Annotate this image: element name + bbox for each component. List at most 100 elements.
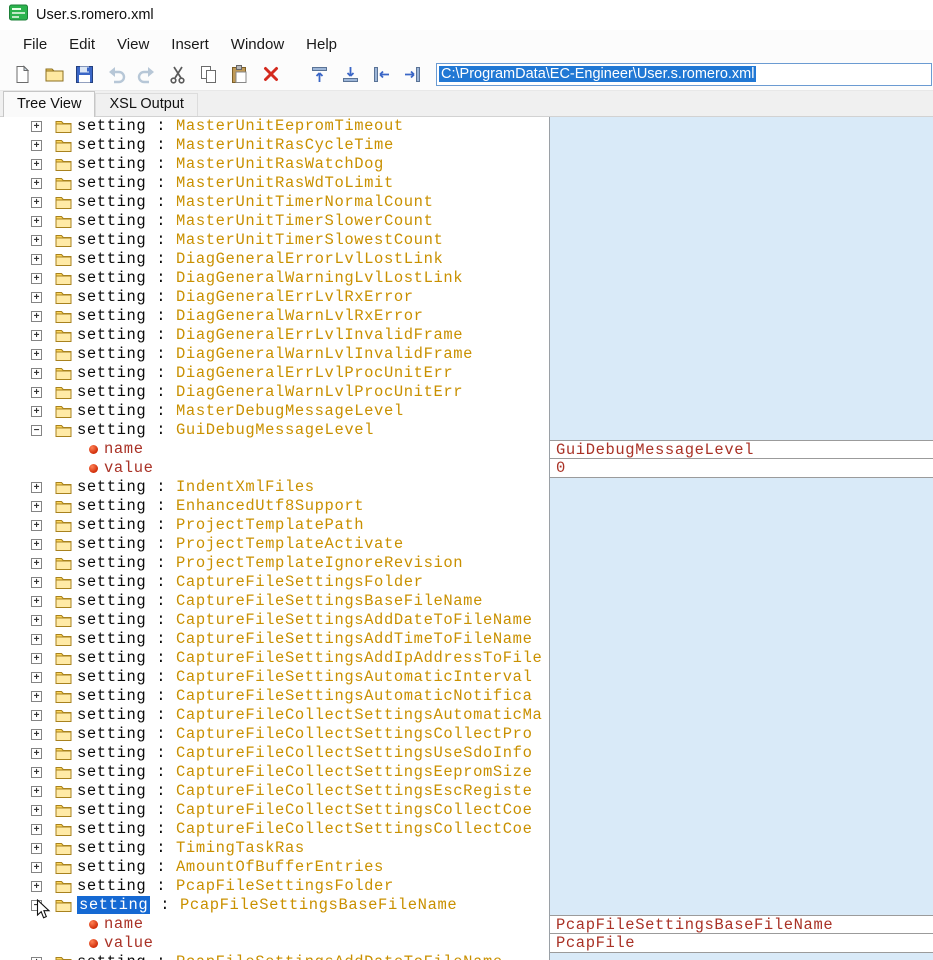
element-name[interactable]: setting [77, 174, 146, 192]
expand-toggle-icon[interactable]: + [31, 615, 42, 626]
tree-setting-row[interactable]: +setting : DiagGeneralWarningLvlLostLink [0, 269, 549, 288]
redo-button[interactable] [136, 64, 157, 85]
arrow-up-to-line-button[interactable] [309, 64, 330, 85]
tree-setting-row[interactable]: +setting : CaptureFileSettingsAutomaticN… [0, 687, 549, 706]
expand-toggle-icon[interactable]: + [31, 349, 42, 360]
expand-toggle-icon[interactable]: + [31, 691, 42, 702]
expand-toggle-icon[interactable]: + [31, 368, 42, 379]
tree-setting-row[interactable]: +setting : PcapFileSettingsFolder [0, 877, 549, 896]
tree-attribute-row[interactable]: name [0, 915, 549, 934]
collapse-toggle-icon[interactable]: − [31, 900, 42, 911]
element-name[interactable]: setting [77, 535, 146, 553]
expand-toggle-icon[interactable]: + [31, 235, 42, 246]
menu-item-help[interactable]: Help [295, 33, 348, 56]
tree-setting-row[interactable]: +setting : MasterUnitTimerSlowestCount [0, 231, 549, 250]
expand-toggle-icon[interactable]: + [31, 805, 42, 816]
expand-toggle-icon[interactable]: + [31, 672, 42, 683]
element-name[interactable]: setting [77, 516, 146, 534]
tree-setting-row[interactable]: −setting : GuiDebugMessageLevel [0, 421, 549, 440]
tree-attribute-row[interactable]: value [0, 934, 549, 953]
expand-toggle-icon[interactable]: + [31, 140, 42, 151]
element-name[interactable]: setting [77, 497, 146, 515]
expand-toggle-icon[interactable]: + [31, 178, 42, 189]
tree-setting-row[interactable]: +setting : MasterUnitRasWdToLimit [0, 174, 549, 193]
copy-button[interactable] [198, 64, 219, 85]
expand-toggle-icon[interactable]: + [31, 710, 42, 721]
save-button[interactable] [74, 64, 95, 85]
value-row[interactable]: 0 [550, 459, 933, 478]
element-name[interactable]: setting [77, 763, 146, 781]
tree-setting-row[interactable]: +setting : CaptureFileCollectSettingsEsc… [0, 782, 549, 801]
value-rows[interactable]: GuiDebugMessageLevel0 PcapFileSettingsBas… [550, 117, 933, 960]
element-name[interactable]: setting [77, 953, 146, 960]
expand-toggle-icon[interactable]: + [31, 501, 42, 512]
element-name[interactable]: setting [77, 326, 146, 344]
tab-xsl-output[interactable]: XSL Output [95, 93, 197, 116]
expand-toggle-icon[interactable]: + [31, 634, 42, 645]
arrow-right-to-line-button[interactable] [402, 64, 423, 85]
tree-setting-row[interactable]: +setting : DiagGeneralErrLvlInvalidFrame [0, 326, 549, 345]
expand-toggle-icon[interactable]: + [31, 197, 42, 208]
tree-setting-row[interactable]: +setting : DiagGeneralWarnLvlRxError [0, 307, 549, 326]
element-name[interactable]: setting [77, 839, 146, 857]
menu-item-file[interactable]: File [12, 33, 58, 56]
expand-toggle-icon[interactable]: + [31, 558, 42, 569]
element-name[interactable]: setting [77, 782, 146, 800]
tree-setting-row[interactable]: +setting : ProjectTemplatePath [0, 516, 549, 535]
element-name[interactable]: setting [77, 117, 146, 135]
expand-toggle-icon[interactable]: + [31, 539, 42, 550]
tree-setting-row[interactable]: +setting : CaptureFileSettingsAddTimeToF… [0, 630, 549, 649]
expand-toggle-icon[interactable]: + [31, 216, 42, 227]
tree-setting-row[interactable]: +setting : MasterUnitEepromTimeout [0, 117, 549, 136]
element-name[interactable]: setting [77, 307, 146, 325]
tree-setting-row[interactable]: +setting : CaptureFileCollectSettingsAut… [0, 706, 549, 725]
expand-toggle-icon[interactable]: + [31, 862, 42, 873]
element-name[interactable]: setting [77, 573, 146, 591]
element-name[interactable]: setting [77, 858, 146, 876]
arrow-down-to-line-button[interactable] [340, 64, 361, 85]
tree-setting-row[interactable]: +setting : CaptureFileCollectSettingsEep… [0, 763, 549, 782]
element-name[interactable]: setting [77, 801, 146, 819]
element-name[interactable]: setting [77, 364, 146, 382]
expand-toggle-icon[interactable]: + [31, 159, 42, 170]
tree-setting-row[interactable]: +setting : EnhancedUtf8Support [0, 497, 549, 516]
value-row[interactable]: GuiDebugMessageLevel [550, 440, 933, 459]
tree-setting-row[interactable]: +setting : DiagGeneralErrLvlRxError [0, 288, 549, 307]
expand-toggle-icon[interactable]: + [31, 406, 42, 417]
element-name[interactable]: setting [77, 288, 146, 306]
expand-toggle-icon[interactable]: + [31, 748, 42, 759]
tree-setting-row[interactable]: +setting : ProjectTemplateActivate [0, 535, 549, 554]
element-name[interactable]: setting [77, 554, 146, 572]
tree-setting-row[interactable]: +setting : CaptureFileCollectSettingsCol… [0, 725, 549, 744]
collapse-toggle-icon[interactable]: − [31, 425, 42, 436]
value-row[interactable]: PcapFile [550, 934, 933, 953]
element-name[interactable]: setting [77, 820, 146, 838]
expand-toggle-icon[interactable]: + [31, 520, 42, 531]
tree-setting-row[interactable]: −setting : PcapFileSettingsBaseFileName [0, 896, 549, 915]
tree-setting-row[interactable]: +setting : MasterUnitTimerSlowerCount [0, 212, 549, 231]
tree-setting-row[interactable]: +setting : DiagGeneralWarnLvlInvalidFram… [0, 345, 549, 364]
expand-toggle-icon[interactable]: + [31, 273, 42, 284]
tree-setting-row[interactable]: +setting : DiagGeneralWarnLvlProcUnitErr [0, 383, 549, 402]
expand-toggle-icon[interactable]: + [31, 767, 42, 778]
element-name[interactable]: setting [77, 269, 146, 287]
expand-toggle-icon[interactable]: + [31, 653, 42, 664]
menu-item-view[interactable]: View [106, 33, 160, 56]
tree-setting-row[interactable]: +setting : DiagGeneralErrLvlProcUnitErr [0, 364, 549, 383]
menu-item-window[interactable]: Window [220, 33, 295, 56]
element-name[interactable]: setting [77, 402, 146, 420]
element-name[interactable]: setting [77, 136, 146, 154]
expand-toggle-icon[interactable]: + [31, 824, 42, 835]
expand-toggle-icon[interactable]: + [31, 881, 42, 892]
expand-toggle-icon[interactable]: + [31, 729, 42, 740]
new-file-button[interactable] [12, 64, 33, 85]
value-row[interactable]: PcapFileSettingsBaseFileName [550, 915, 933, 934]
element-name[interactable]: setting [77, 231, 146, 249]
menu-item-edit[interactable]: Edit [58, 33, 106, 56]
element-name[interactable]: setting [77, 668, 146, 686]
tree-setting-row[interactable]: +setting : DiagGeneralErrorLvlLostLink [0, 250, 549, 269]
delete-button[interactable] [260, 64, 281, 85]
element-name[interactable]: setting [77, 744, 146, 762]
element-name[interactable]: setting [77, 611, 146, 629]
expand-toggle-icon[interactable]: + [31, 843, 42, 854]
